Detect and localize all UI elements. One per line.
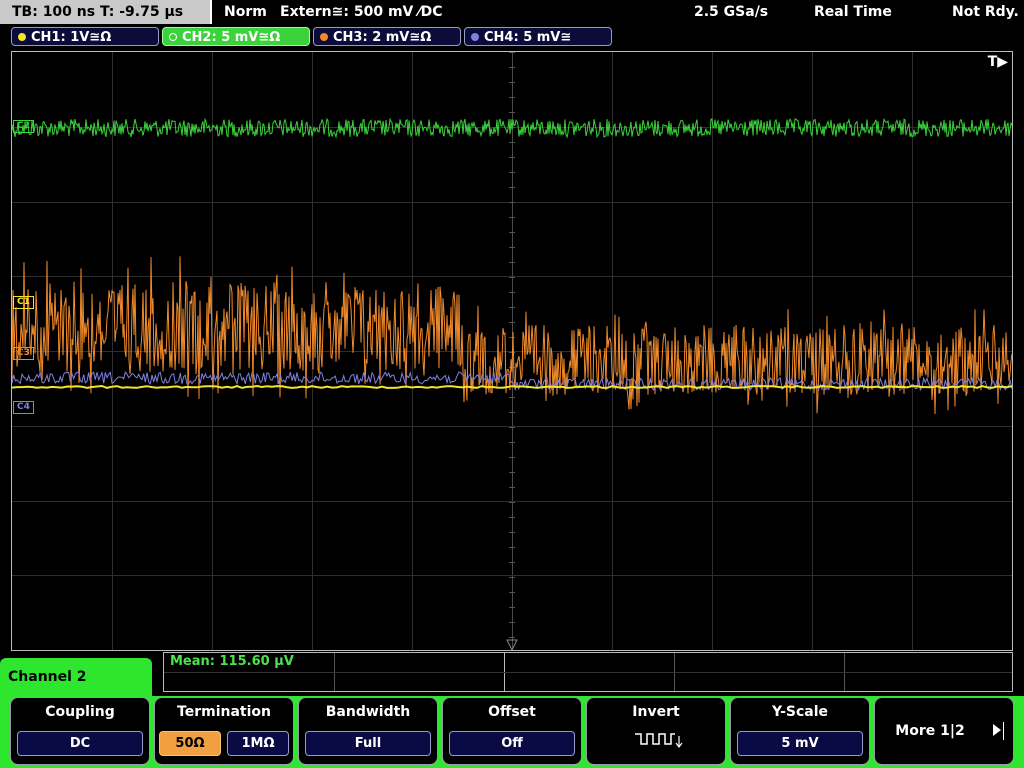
bandwidth-value[interactable]: Full (305, 731, 431, 756)
invert-title: Invert (632, 704, 680, 720)
coupling-softkey[interactable]: Coupling DC (10, 697, 150, 765)
waveform-display[interactable]: T▶ C2 C1 C3 C4 (11, 51, 1013, 651)
next-page-icon (993, 724, 1001, 736)
trigger-source[interactable]: Extern≅: 500 mV ⁄DC (280, 0, 442, 24)
channel-1-label: CH1: 1V≅Ω (31, 30, 112, 45)
next-page-bar (1003, 722, 1004, 740)
channel-4-offset-marker[interactable]: C4 (13, 401, 34, 414)
channel-2-tab[interactable]: CH2: 5 mV≅Ω (162, 27, 310, 46)
bandwidth-title: Bandwidth (325, 704, 411, 720)
offset-value[interactable]: Off (449, 731, 575, 756)
offset-softkey[interactable]: Offset Off (442, 697, 582, 765)
y-scale-value[interactable]: 5 mV (737, 731, 863, 756)
channel-3-tab[interactable]: CH3: 2 mV≅Ω (313, 27, 461, 46)
coupling-title: Coupling (45, 704, 115, 720)
channel-1-color-icon (18, 32, 26, 41)
measurement-panel[interactable]: Mean: 115.60 µV (163, 652, 1013, 692)
more-label: More 1|2 (895, 723, 965, 739)
y-scale-title: Y-Scale (771, 704, 828, 720)
termination-50-ohm-option[interactable]: 50Ω (159, 731, 221, 756)
channel-4-label: CH4: 5 mV≅ (484, 30, 572, 45)
more-softkey[interactable]: More 1|2 (874, 697, 1014, 765)
channel-2-color-icon (169, 32, 177, 41)
divider (164, 672, 1012, 673)
channel-2-offset-marker[interactable]: C2 (13, 120, 34, 133)
channel-2-label: CH2: 5 mV≅Ω (182, 30, 281, 45)
channel-3-color-icon (320, 32, 328, 41)
termination-softkey[interactable]: Termination 50Ω 1MΩ (154, 697, 294, 765)
termination-title: Termination (177, 704, 271, 720)
acquisition-state: Not Rdy. (952, 4, 1019, 20)
channel-tabs: CH1: 1V≅Ω CH2: 5 mV≅Ω CH3: 2 mV≅Ω CH4: 5… (0, 25, 1024, 49)
y-scale-softkey[interactable]: Y-Scale 5 mV (730, 697, 870, 765)
invert-softkey[interactable]: Invert (586, 697, 726, 765)
channel-1-offset-marker[interactable]: C1 (13, 296, 34, 309)
inverted-pulse-icon (635, 733, 683, 748)
trigger-marker: T▶ (987, 54, 1008, 70)
acquisition-mode: Real Time (814, 4, 892, 20)
mean-measurement: Mean: 115.60 µV (170, 654, 294, 669)
offset-title: Offset (488, 704, 536, 720)
timebase-readout[interactable]: TB: 100 ns T: -9.75 µs (0, 0, 212, 24)
channel-4-tab[interactable]: CH4: 5 mV≅ (464, 27, 612, 46)
sample-rate: 2.5 GSa/s (694, 4, 769, 20)
channel-3-label: CH3: 2 mV≅Ω (333, 30, 432, 45)
coupling-value[interactable]: DC (17, 731, 143, 756)
waveform-canvas (12, 52, 1012, 650)
status-bar: TB: 100 ns T: -9.75 µs Norm Extern≅: 500… (0, 0, 1024, 24)
channel-1-tab[interactable]: CH1: 1V≅Ω (11, 27, 159, 46)
menu-title: Channel 2 (0, 658, 152, 698)
trigger-mode[interactable]: Norm (224, 0, 267, 24)
bandwidth-softkey[interactable]: Bandwidth Full (298, 697, 438, 765)
termination-1-megaohm-option[interactable]: 1MΩ (227, 731, 289, 756)
channel-3-offset-marker[interactable]: C3 (13, 347, 34, 360)
channel-4-color-icon (471, 32, 479, 41)
